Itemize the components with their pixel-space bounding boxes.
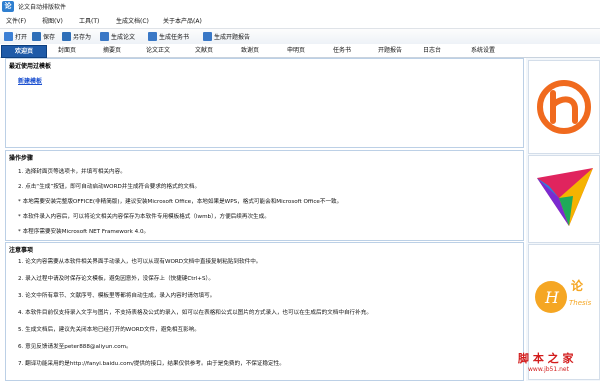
logo-panel-1 <box>528 60 600 154</box>
toolbar: 打开 保存 另存为 生成论文 生成任务书 生成开题报告 <box>0 28 600 45</box>
open-icon <box>4 32 13 41</box>
generate-task-icon <box>148 32 157 41</box>
thesis-logo-word: Thesis <box>569 299 592 307</box>
tab-declaration[interactable]: 申明页 <box>274 45 318 56</box>
tab-proposal[interactable]: 开题报告 <box>368 45 412 56</box>
orange-h-logo-icon <box>537 80 591 134</box>
tab-task-book[interactable]: 任务书 <box>320 45 364 56</box>
generate-task-button[interactable]: 生成任务书 <box>148 31 189 42</box>
menu-file[interactable]: 文件(F) <box>6 16 26 25</box>
new-template-link[interactable]: 新建模板 <box>18 76 42 85</box>
note-line: 6. 意见反馈请发至peter888@aliyun.com。 <box>18 344 132 350</box>
watermark-text: 脚 本 之 家 <box>518 352 574 365</box>
tab-welcome[interactable]: 欢迎页 <box>1 45 47 58</box>
title-bar: 论 论文自动排版软件 <box>0 0 600 13</box>
tab-acknowledgement[interactable]: 致谢页 <box>228 45 272 56</box>
menu-view[interactable]: 视图(V) <box>42 16 63 25</box>
open-button[interactable]: 打开 <box>4 31 27 42</box>
thesis-logo-letter: H <box>544 288 560 307</box>
steps-panel: 操作步骤 1. 选择封面页等选项卡，并填写相关内容。 2. 点击“生成”按钮，即… <box>5 150 524 241</box>
logo-column: H 论 Thesis <box>526 58 600 381</box>
save-icon <box>32 32 41 41</box>
notes-title: 注意事项 <box>9 247 34 254</box>
save-button-label: 保存 <box>43 34 56 41</box>
recent-templates-title: 最近使用过模板 <box>9 63 52 70</box>
note-line: 1. 论文内容需要从本软件相关界面手动录入，也可以从现有WORD文档中直接复制粘… <box>18 259 262 265</box>
note-line: 5. 生成文档后，建议先关闭本地已经打开的WORD文件，避免相互影响。 <box>18 327 200 333</box>
tab-abstract[interactable]: 摘要页 <box>90 45 134 56</box>
watermark-url: www.jb51.net <box>528 366 569 373</box>
note-line: 7. 翻译功能采用的是http://fanyi.baidu.com/提供的接口，… <box>18 361 285 367</box>
generate-proposal-button[interactable]: 生成开题报告 <box>203 31 250 42</box>
menu-generate[interactable]: 生成文档(C) <box>116 16 149 25</box>
generate-task-button-label: 生成任务书 <box>159 34 190 41</box>
step-line: * 本程序需要安装Microsoft NET Framework 4.0。 <box>18 229 150 235</box>
tab-body[interactable]: 论文正文 <box>136 45 180 56</box>
menu-bar: 文件(F) 视图(V) 工具(T) 生成文档(C) 关于本产品(A) <box>0 13 600 27</box>
menu-about[interactable]: 关于本产品(A) <box>163 16 202 25</box>
tab-references[interactable]: 文献页 <box>182 45 226 56</box>
save-as-button[interactable]: 另存为 <box>62 31 91 42</box>
step-line: * 本软件录入内容后，可以将论文相关内容保存为本软件专用模板格式（lwmb），方… <box>18 214 270 220</box>
note-line: 4. 本软件目前仅支持录入文字与图片，不支持表格及公式的录入，如可以在表格和公式… <box>18 310 372 316</box>
tab-log[interactable]: 日志台 <box>410 45 454 56</box>
menu-tools[interactable]: 工具(T) <box>79 16 99 25</box>
generate-proposal-button-label: 生成开题报告 <box>214 34 251 41</box>
generate-paper-button-label: 生成论文 <box>111 34 136 41</box>
thesis-logo-char: 论 <box>571 279 584 293</box>
save-as-icon <box>62 32 71 41</box>
tab-settings[interactable]: 系统设置 <box>458 45 508 56</box>
logo-panel-2 <box>528 155 600 243</box>
notes-panel: 注意事项 1. 论文内容需要从本软件相关界面手动录入，也可以从现有WORD文档中… <box>5 242 524 381</box>
app-icon: 论 <box>2 1 14 12</box>
save-button[interactable]: 保存 <box>32 31 55 42</box>
tab-cover[interactable]: 封面页 <box>46 45 88 56</box>
steps-title: 操作步骤 <box>9 155 34 162</box>
colorful-paper-plane-icon <box>537 168 593 226</box>
note-line: 2. 录入过程中请及时保存论文模板，避免因意外，没保存上（快捷键Ctrl+S）。 <box>18 276 214 282</box>
open-button-label: 打开 <box>15 34 28 41</box>
step-line: * 本地需要安装完整版OFFICE(非精简版)，建议安装Microsoft Of… <box>18 199 343 205</box>
step-line: 2. 点击“生成”按钮，即可自动启动WORD并生成符合要求的格式的文档。 <box>18 184 201 190</box>
generate-proposal-icon <box>203 32 212 41</box>
generate-paper-button[interactable]: 生成论文 <box>100 31 135 42</box>
recent-templates-panel: 最近使用过模板 新建模板 <box>5 58 524 148</box>
step-line: 1. 选择封面页等选项卡，并填写相关内容。 <box>18 169 126 175</box>
save-as-button-label: 另存为 <box>73 34 92 41</box>
generate-paper-icon <box>100 32 109 41</box>
note-line: 3. 论文中所有章节、文献序号、模板里等都将自动生成，录入内容时请勿填写。 <box>18 293 216 299</box>
tab-bar: 欢迎页 封面页 摘要页 论文正文 文献页 致谢页 申明页 任务书 开题报告 日志… <box>0 44 600 58</box>
window-title: 论文自动排版软件 <box>18 4 67 11</box>
